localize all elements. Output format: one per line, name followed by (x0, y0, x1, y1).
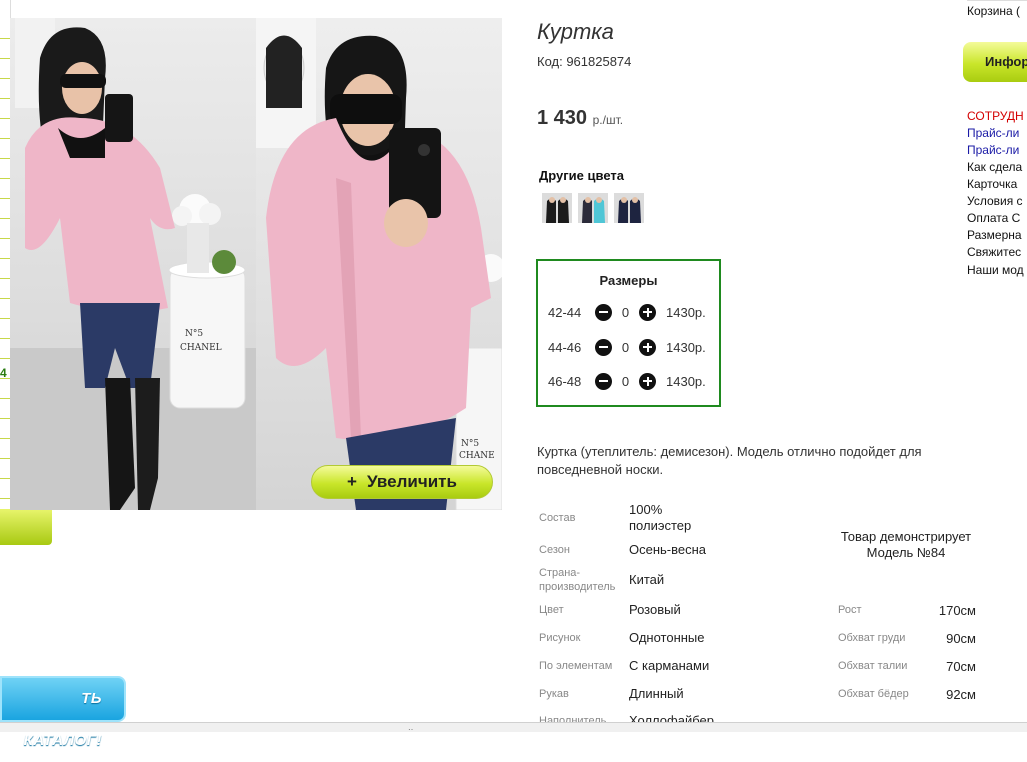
sidebar-link-price-list[interactable]: Прайс-ли (967, 126, 1019, 141)
sidebar-link-payment[interactable]: Оплата С (967, 211, 1020, 226)
model-measure-label: Обхват талии (838, 660, 908, 672)
model-note: Товар демонстрирует Модель №84 (840, 529, 972, 560)
svg-text:CHANE: CHANE (459, 451, 495, 461)
color-thumb-black[interactable] (542, 193, 572, 223)
product-photo-main[interactable]: N°5 CHANEL (10, 18, 256, 510)
size-row: 46-48 0 1430р. (548, 371, 706, 391)
sidebar-link-terms[interactable]: Условия с (967, 194, 1023, 209)
property-label: Рукав (539, 688, 569, 700)
info-button[interactable]: Инфор (963, 42, 1027, 82)
model-measure-label: Обхват бёдер (838, 688, 909, 700)
property-value: Розовый (629, 602, 681, 617)
property-value: С карманами (629, 658, 710, 673)
size-price: 1430р. (666, 373, 706, 389)
model-measure-value: 70см (946, 659, 976, 674)
minus-icon[interactable] (595, 303, 612, 321)
model-measure-value: 90см (946, 631, 976, 646)
left-menu-button[interactable] (0, 509, 52, 545)
sizes-panel: Размеры 42-44 0 1430р. 44-46 0 1430р. 46… (536, 259, 721, 407)
property-label: Сезон (539, 544, 570, 556)
size-quantity: 0 (621, 339, 630, 355)
property-label: Цвет (539, 604, 564, 616)
plus-icon[interactable] (639, 372, 656, 390)
property-label: Страна-производитель (539, 567, 616, 593)
product-description: Куртка (утеплитель: демисезон). Модель о… (537, 444, 922, 477)
property-value: Длинный (629, 686, 684, 701)
size-price: 1430р. (666, 304, 706, 320)
color-thumb-navy[interactable] (614, 193, 644, 223)
model-measure-value: 92см (946, 687, 976, 702)
property-label: Наполнитель (539, 715, 607, 722)
cart-link[interactable]: Корзина ( (967, 4, 1020, 18)
color-thumb-turquoise[interactable] (578, 193, 608, 223)
minus-icon[interactable] (595, 372, 612, 390)
left-menu-number: 4 (0, 366, 7, 380)
model-measure-value: 170см (938, 603, 976, 618)
other-colors-label: Другие цвета (539, 168, 624, 183)
price-value: 1 430 (537, 107, 588, 129)
sidebar-divider (967, 0, 1027, 1)
property-value: 100% полиэстер (629, 502, 692, 533)
model-measure-label: Рост (838, 604, 862, 616)
size-label: 42-44 (548, 304, 582, 320)
size-row: 42-44 0 1430р. (548, 302, 706, 322)
product-title: Куртка (537, 19, 614, 44)
sidebar-link-staff[interactable]: СОТРУДН (967, 109, 1024, 124)
svg-text:N°5: N°5 (461, 439, 479, 449)
property-value: Китай (629, 572, 665, 587)
sizes-title: Размеры (599, 273, 658, 288)
size-quantity: 0 (621, 373, 630, 389)
plus-icon[interactable] (639, 303, 656, 321)
zoom-button-label: Увеличить (366, 472, 457, 491)
product-photo-secondary[interactable]: N°5 CHANE (256, 18, 502, 510)
catalog-button[interactable]: ТЬ КАТАЛОГ! (0, 676, 126, 749)
property-label: По элементам (539, 660, 613, 672)
zoom-button[interactable]: + Увеличить (311, 465, 493, 499)
size-quantity: 0 (621, 304, 630, 320)
property-label: Рисунок (539, 632, 581, 644)
property-value: Однотонные (629, 630, 705, 645)
sidebar-link-card[interactable]: Карточка (967, 177, 1017, 192)
size-label: 46-48 (548, 373, 582, 389)
size-price: 1430р. (666, 339, 706, 355)
product-price: 1 430 р./шт. (537, 107, 623, 130)
sidebar-link-models[interactable]: Наши мод (967, 263, 1024, 278)
plus-icon[interactable] (639, 338, 656, 356)
price-unit: р./шт. (592, 113, 624, 127)
svg-text:N°5: N°5 (185, 329, 203, 339)
plus-icon: + (347, 472, 357, 491)
size-label: 44-46 (548, 339, 582, 355)
model-measure-label: Обхват груди (838, 632, 906, 644)
minus-icon[interactable] (595, 338, 612, 356)
property-value: Холлофайбер (629, 713, 714, 722)
size-row: 44-46 0 1430р. (548, 337, 706, 357)
property-label: Состав (539, 512, 576, 524)
sidebar-link-how-to-order[interactable]: Как сдела (967, 160, 1022, 175)
sidebar-link-contact[interactable]: Свяжитес (967, 245, 1021, 260)
product-code: Код: 961825874 (537, 54, 632, 69)
svg-text:CHANEL: CHANEL (180, 343, 222, 353)
sidebar-link-price-list[interactable]: Прайс-ли (967, 143, 1019, 158)
sidebar-link-size-chart[interactable]: Размерна (967, 228, 1022, 243)
property-value: Осень-весна (629, 542, 707, 557)
